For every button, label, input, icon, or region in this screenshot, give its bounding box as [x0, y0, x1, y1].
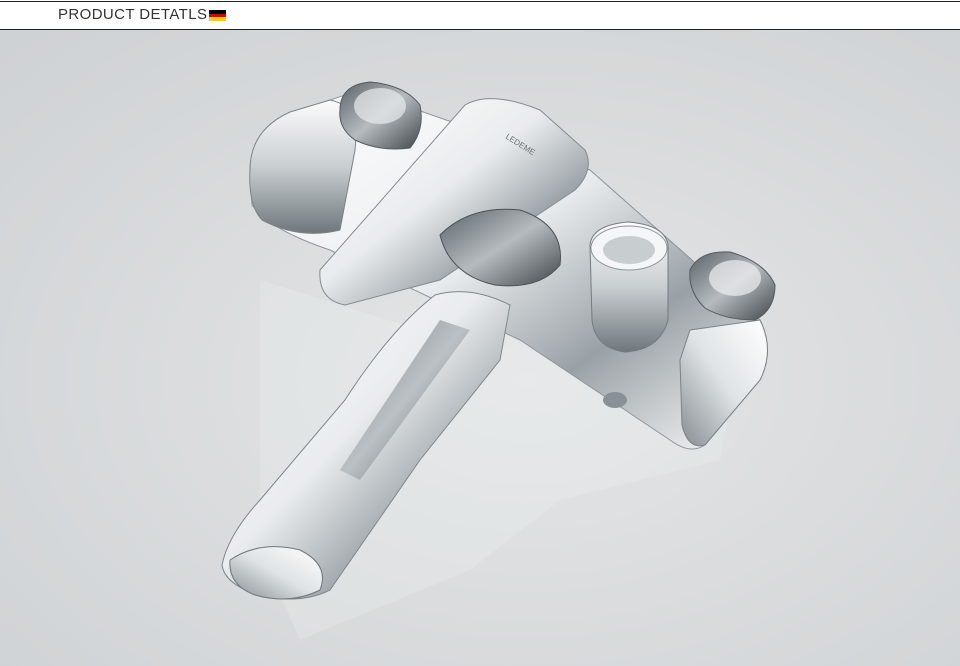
- header-bar: PRODUCT DETATLS: [0, 0, 960, 30]
- faucet-illustration: LEDEME: [0, 30, 960, 666]
- page-title: PRODUCT DETATLS: [58, 6, 208, 23]
- shower-outlet: [603, 392, 627, 408]
- header-top-rule: [0, 1, 960, 2]
- product-photo: LEDEME: [0, 30, 960, 666]
- flag-stripe-gold: [209, 17, 226, 22]
- germany-flag-icon: [209, 10, 226, 22]
